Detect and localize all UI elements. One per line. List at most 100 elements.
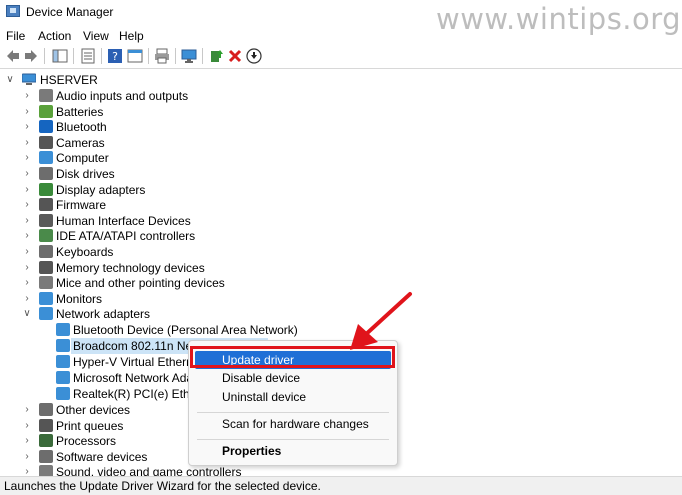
chevron-right-icon[interactable]: ›: [22, 418, 32, 434]
chevron-right-icon[interactable]: ›: [22, 449, 32, 465]
chevron-right-icon[interactable]: ›: [22, 291, 32, 307]
network-adapter-icon: [56, 387, 70, 400]
tree-category-label: Audio inputs and outputs: [56, 89, 189, 103]
forward-arrow-icon[interactable]: [23, 48, 39, 64]
scan-hardware-menu-item[interactable]: Scan for hardware changes: [189, 415, 397, 433]
back-arrow-icon[interactable]: [5, 48, 21, 64]
battery-icon: [39, 104, 53, 118]
scan-hardware-label: Scan for hardware changes: [222, 417, 369, 431]
tree-category-item[interactable]: › Firmware: [0, 197, 300, 213]
network-icon: [39, 307, 53, 321]
chevron-down-icon[interactable]: ∨: [5, 72, 15, 88]
computer-icon[interactable]: [181, 48, 197, 64]
tree-category-item[interactable]: › Bluetooth: [0, 119, 300, 135]
tree-category-label: Human Interface Devices: [56, 213, 191, 228]
status-text: Launches the Update Driver Wizard for th…: [4, 479, 321, 493]
chevron-right-icon[interactable]: ›: [22, 213, 32, 229]
tree-category-item[interactable]: › Audio inputs and outputs: [0, 88, 300, 104]
tree-category-item[interactable]: › Memory technology devices: [0, 260, 300, 276]
tree-root-label: HSERVER: [40, 73, 98, 87]
menu-view[interactable]: View: [83, 29, 109, 43]
toolbar-separator: [148, 48, 149, 64]
annotation-arrow-icon: [350, 292, 412, 350]
uninstall-device-menu-item[interactable]: Uninstall device: [189, 388, 397, 406]
update-driver-icon[interactable]: [208, 48, 224, 64]
tree-category-item[interactable]: › Keyboards: [0, 244, 300, 260]
device-window-icon[interactable]: [127, 48, 143, 64]
toolbar-separator: [202, 48, 203, 64]
chevron-right-icon[interactable]: ›: [22, 402, 32, 418]
chevron-right-icon[interactable]: ›: [22, 244, 32, 260]
speaker-icon: [39, 89, 53, 102]
tree-child-label: Hyper-V Virtual Ethernet: [73, 355, 203, 369]
tree-category-item[interactable]: › Monitors: [0, 291, 300, 307]
tree-category-item[interactable]: › Disk drives: [0, 166, 300, 182]
tree-category-label: Computer: [56, 151, 109, 166]
tree-category-item[interactable]: › Mice and other pointing devices: [0, 275, 300, 291]
disable-device-menu-item[interactable]: Disable device: [189, 369, 397, 387]
chevron-right-icon[interactable]: ›: [22, 275, 32, 291]
processor-icon: [39, 434, 53, 448]
tree-category-label: Monitors: [56, 291, 103, 306]
menu-separator: [197, 439, 389, 440]
tree-child-item[interactable]: Bluetooth Device (Personal Area Network): [0, 322, 300, 338]
tree-category-item[interactable]: ∨ Network adapters: [0, 306, 300, 322]
tree-category-label: Processors: [56, 434, 117, 449]
hid-icon: [39, 213, 53, 227]
bluetooth-icon: [39, 120, 53, 134]
printer-icon[interactable]: [154, 48, 170, 64]
download-icon[interactable]: [246, 48, 262, 64]
title-bar: Device Manager www.wintips.org: [0, 0, 682, 36]
tree-root[interactable]: ∨ HSERVER: [0, 72, 300, 88]
chevron-right-icon[interactable]: ›: [22, 197, 32, 213]
chevron-down-icon[interactable]: ∨: [22, 306, 32, 322]
properties-icon[interactable]: [80, 48, 96, 64]
status-bar: Launches the Update Driver Wizard for th…: [0, 476, 682, 495]
window-title: Device Manager: [26, 5, 114, 19]
tree-category-item[interactable]: › Cameras: [0, 135, 300, 151]
menu-file[interactable]: File: [6, 29, 25, 43]
network-adapter-icon: [56, 323, 70, 336]
menu-separator: [197, 412, 389, 413]
menu-action[interactable]: Action: [38, 29, 71, 43]
tree-category-item[interactable]: › Computer: [0, 150, 300, 166]
chevron-right-icon[interactable]: ›: [22, 228, 32, 244]
uninstall-icon[interactable]: [227, 48, 243, 64]
toolbar-separator: [73, 48, 74, 64]
tree-category-item[interactable]: › Display adapters: [0, 182, 300, 198]
chevron-right-icon[interactable]: ›: [22, 104, 32, 120]
toolbar-separator: [44, 48, 45, 64]
chevron-right-icon[interactable]: ›: [22, 135, 32, 151]
tree-category-label: Mice and other pointing devices: [56, 276, 225, 291]
tree-category-label: Print queues: [56, 418, 124, 433]
chevron-right-icon[interactable]: ›: [22, 166, 32, 182]
chevron-right-icon[interactable]: ›: [22, 119, 32, 135]
tree-child-label: Microsoft Network Adapt: [73, 371, 204, 385]
show-hide-tree-icon[interactable]: [52, 48, 68, 64]
help-icon[interactable]: ?: [107, 48, 123, 64]
monitor-icon: [39, 291, 53, 305]
tree-category-label: Display adapters: [56, 182, 146, 197]
chevron-right-icon[interactable]: ›: [22, 433, 32, 449]
keyboard-icon: [39, 245, 53, 258]
other-devices-icon: [39, 403, 53, 416]
chevron-right-icon[interactable]: ›: [22, 260, 32, 276]
software-icon: [39, 449, 53, 463]
tree-category-item[interactable]: › Human Interface Devices: [0, 213, 300, 229]
chevron-right-icon[interactable]: ›: [22, 150, 32, 166]
chevron-right-icon[interactable]: ›: [22, 182, 32, 198]
device-manager-icon: [6, 5, 20, 17]
tree-category-label: Cameras: [56, 135, 105, 150]
disk-icon: [39, 167, 53, 180]
chevron-right-icon[interactable]: ›: [22, 88, 32, 104]
tree-category-label: Keyboards: [56, 245, 114, 259]
tree-category-item[interactable]: › IDE ATA/ATAPI controllers: [0, 228, 300, 244]
firmware-icon: [39, 198, 53, 212]
tree-category-item[interactable]: › Batteries: [0, 104, 300, 120]
toolbar-separator: [175, 48, 176, 64]
tree-category-label: Firmware: [56, 198, 106, 213]
properties-menu-item[interactable]: Properties: [189, 442, 397, 460]
menu-help[interactable]: Help: [119, 29, 144, 43]
monitor-icon: [39, 151, 53, 165]
divider: [0, 68, 682, 69]
